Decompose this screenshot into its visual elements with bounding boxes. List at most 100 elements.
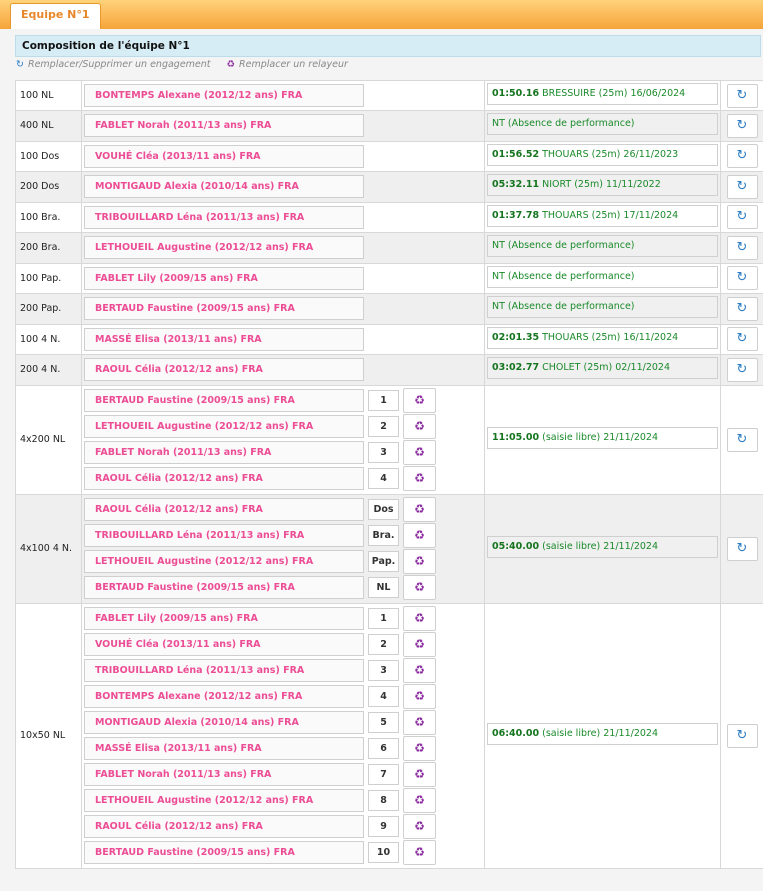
swimmer-field[interactable]: VOUHÉ Cléa (2013/11 ans) FRA xyxy=(84,144,364,168)
replace-relayer-button[interactable]: ♻ xyxy=(403,710,436,735)
relay-legs-cell: RAOUL Célia (2012/12 ans) FRA Dos ♻ TRIBOUI… xyxy=(81,493,485,604)
performance-cell: NT (Absence de performance) xyxy=(484,110,721,142)
replace-relayer-button[interactable]: ♻ xyxy=(403,788,436,813)
swimmer-field[interactable]: RAOUL Célia (2012/12 ans) FRA xyxy=(84,358,364,382)
swimmer-field[interactable]: FABLET Norah (2011/13 ans) FRA xyxy=(84,114,364,138)
replace-relayer-button[interactable]: ♻ xyxy=(403,632,436,657)
relay-leg: FABLET Norah (2011/13 ans) FRA 3 ♻ xyxy=(82,440,484,466)
replace-relayer-button[interactable]: ♻ xyxy=(403,497,436,522)
performance-time: 01:50.16 xyxy=(492,88,540,99)
swimmer-field[interactable]: MONTIGAUD Alexia (2010/14 ans) FRA xyxy=(84,175,364,199)
relay-legs-cell: FABLET Lily (2009/15 ans) FRA 1 ♻ VOUHÉ Clé… xyxy=(81,602,485,869)
swimmer-field[interactable]: RAOUL Célia (2012/12 ans) FRA xyxy=(84,815,364,838)
tab-equipe-1[interactable]: Equipe N°1 xyxy=(10,3,101,29)
swimmer-field[interactable]: MONTIGAUD Alexia (2010/14 ans) FRA xyxy=(84,711,364,734)
performance-time: 01:37.78 xyxy=(492,209,540,221)
relay-leg: LETHOUEIL Augustine (2012/12 ans) FRA 8 ♻ xyxy=(82,788,484,814)
table-row: 200 Bra. LETHOUEIL Augustine (2012/12 ans… xyxy=(15,232,763,264)
swimmer-field[interactable]: BONTEMPS Alexane (2012/12 ans) FRA xyxy=(84,84,364,107)
replace-engagement-button[interactable]: ↻ xyxy=(726,427,758,452)
swimmer-field[interactable]: TRIBOUILLARD Léna (2011/13 ans) FRA xyxy=(84,205,364,229)
performance-cell: NT (Absence de performance) xyxy=(484,232,721,264)
replace-relayer-button[interactable]: ♻ xyxy=(403,466,436,491)
swimmer-field[interactable]: FABLET Lily (2009/15 ans) FRA xyxy=(84,607,364,630)
table-row: 100 NL BONTEMPS Alexane (2012/12 ans) FRA… xyxy=(15,80,763,111)
update-cell: ↻ xyxy=(720,602,763,869)
replace-engagement-button[interactable]: ↻ xyxy=(726,174,758,199)
update-cell: ↻ xyxy=(720,171,763,203)
replace-engagement-button[interactable]: ↻ xyxy=(726,327,758,352)
replace-relayer-button[interactable]: ♻ xyxy=(403,684,436,709)
event-label: 200 4 N. xyxy=(15,354,82,386)
table-row: 200 4 N. RAOUL Célia (2012/12 ans) FRA 03:… xyxy=(15,354,763,386)
relay-leg: RAOUL Célia (2012/12 ans) FRA 9 ♻ xyxy=(82,814,484,840)
replace-relayer-button[interactable]: ♻ xyxy=(403,523,436,548)
replace-relayer-button[interactable]: ♻ xyxy=(403,814,436,839)
event-label: 400 NL xyxy=(15,110,82,142)
replace-relayer-button[interactable]: ♻ xyxy=(403,575,436,600)
replace-relayer-button[interactable]: ♻ xyxy=(403,658,436,683)
swimmer-field[interactable]: MASSÉ Elisa (2013/11 ans) FRA xyxy=(84,737,364,760)
swimmer-field[interactable]: FABLET Lily (2009/15 ans) FRA xyxy=(84,266,364,290)
recycle-icon: ♻ xyxy=(226,59,236,70)
replace-engagement-button[interactable]: ↻ xyxy=(726,113,758,138)
table-row: 200 Pap. BERTAUD Faustine (2009/15 ans) F… xyxy=(15,293,763,325)
swimmer-field[interactable]: TRIBOUILLARD Léna (2011/13 ans) FRA xyxy=(84,659,364,682)
performance-time: 01:56.52 xyxy=(492,148,540,160)
replace-relayer-button[interactable]: ♻ xyxy=(403,606,436,631)
replace-relayer-button[interactable]: ♻ xyxy=(403,840,436,865)
replace-relayer-button[interactable]: ♻ xyxy=(403,414,436,439)
replace-relayer-button[interactable]: ♻ xyxy=(403,549,436,574)
swimmer-field[interactable]: FABLET Norah (2011/13 ans) FRA xyxy=(84,441,364,464)
replace-engagement-button[interactable]: ↻ xyxy=(726,357,758,382)
swimmer-field[interactable]: LETHOUEIL Augustine (2012/12 ans) FRA xyxy=(84,415,364,438)
replace-engagement-button[interactable]: ↻ xyxy=(726,266,758,291)
replace-engagement-button[interactable]: ↻ xyxy=(726,83,758,108)
swimmer-field[interactable]: BERTAUD Faustine (2009/15 ans) FRA xyxy=(84,297,364,321)
relay-leg: TRIBOUILLARD Léna (2011/13 ans) FRA 3 ♻ xyxy=(82,658,484,684)
swimmer-cell: LETHOUEIL Augustine (2012/12 ans) FRA xyxy=(81,232,485,264)
swimmer-cell: FABLET Lily (2009/15 ans) FRA xyxy=(81,262,485,294)
leg-position: 8 xyxy=(368,790,399,811)
leg-position: Dos xyxy=(368,499,399,520)
legend-replace-engagement: Remplacer/Supprimer un engagement xyxy=(27,59,211,70)
update-cell: ↻ xyxy=(720,140,763,172)
swimmer-field[interactable]: VOUHÉ Cléa (2013/11 ans) FRA xyxy=(84,633,364,656)
update-cell: ↻ xyxy=(720,80,763,111)
swimmer-cell: TRIBOUILLARD Léna (2011/13 ans) FRA xyxy=(81,201,485,233)
performance-time: 03:02.77 xyxy=(492,362,540,374)
swimmer-field[interactable]: BERTAUD Faustine (2009/15 ans) FRA xyxy=(84,841,364,864)
replace-relayer-button[interactable]: ♻ xyxy=(403,440,436,465)
update-cell: ↻ xyxy=(720,201,763,233)
swimmer-cell: BONTEMPS Alexane (2012/12 ans) FRA xyxy=(81,80,485,111)
swimmer-field[interactable]: BONTEMPS Alexane (2012/12 ans) FRA xyxy=(84,685,364,708)
swimmer-field[interactable]: BERTAUD Faustine (2009/15 ans) FRA xyxy=(84,576,364,599)
swimmer-field[interactable]: LETHOUEIL Augustine (2012/12 ans) FRA xyxy=(84,789,364,812)
replace-engagement-button[interactable]: ↻ xyxy=(726,144,758,169)
legend-replace-relayer: Remplacer un relayeur xyxy=(239,59,348,70)
swimmer-field[interactable]: FABLET Norah (2011/13 ans) FRA xyxy=(84,763,364,786)
performance-detail: THOUARS (25m) 16/11/2024 xyxy=(542,331,679,343)
replace-engagement-button[interactable]: ↻ xyxy=(726,205,758,230)
leg-position: 10 xyxy=(368,842,399,863)
swimmer-field[interactable]: LETHOUEIL Augustine (2012/12 ans) FRA xyxy=(84,236,364,260)
table-row: 200 Dos MONTIGAUD Alexia (2010/14 ans) FR… xyxy=(15,171,763,203)
swimmer-field[interactable]: MASSÉ Elisa (2013/11 ans) FRA xyxy=(84,327,364,351)
replace-engagement-button[interactable]: ↻ xyxy=(726,536,758,561)
recycle-icon: ♻ xyxy=(414,845,425,859)
replace-relayer-button[interactable]: ♻ xyxy=(403,762,436,787)
replace-engagement-button[interactable]: ↻ xyxy=(726,723,758,748)
replace-relayer-button[interactable]: ♻ xyxy=(403,388,436,413)
swimmer-field[interactable]: RAOUL Célia (2012/12 ans) FRA xyxy=(84,498,364,521)
replace-engagement-button[interactable]: ↻ xyxy=(726,235,758,260)
swimmer-field[interactable]: LETHOUEIL Augustine (2012/12 ans) FRA xyxy=(84,550,364,573)
swimmer-field[interactable]: TRIBOUILLARD Léna (2011/13 ans) FRA xyxy=(84,524,364,547)
swimmer-field[interactable]: BERTAUD Faustine (2009/15 ans) FRA xyxy=(84,389,364,412)
leg-position: Bra. xyxy=(368,525,399,546)
swimmer-field[interactable]: RAOUL Célia (2012/12 ans) FRA xyxy=(84,467,364,490)
replace-engagement-button[interactable]: ↻ xyxy=(726,296,758,321)
performance-cell: 05:40.00 (saisie libre) 21/11/2024 xyxy=(484,493,721,604)
performance-time: 11:05.00 xyxy=(492,432,540,443)
performance-field: NT (Absence de performance) xyxy=(487,235,718,258)
replace-relayer-button[interactable]: ♻ xyxy=(403,736,436,761)
